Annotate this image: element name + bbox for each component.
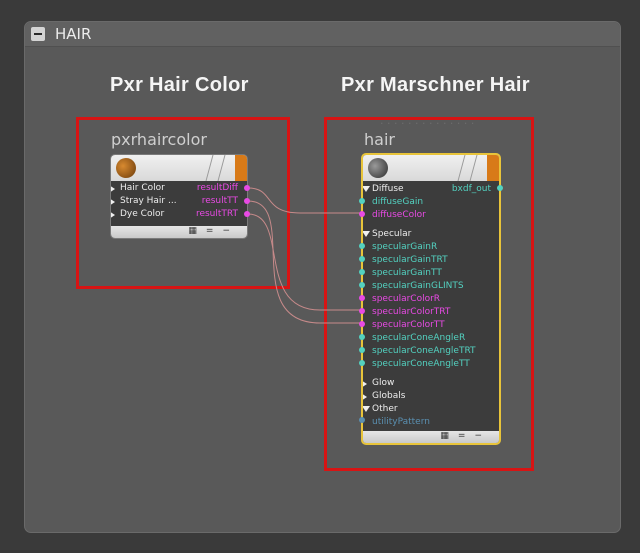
port-specularGainTRT[interactable] bbox=[359, 256, 365, 262]
port-specularGainR[interactable] bbox=[359, 243, 365, 249]
param-specularGainTRT[interactable]: specularGainTRT bbox=[372, 255, 448, 265]
minus-icon[interactable]: − bbox=[222, 226, 239, 236]
port-diffuseGain[interactable] bbox=[359, 198, 365, 204]
grid-icon[interactable]: ▦ bbox=[440, 431, 458, 441]
expand-arrow-icon[interactable] bbox=[111, 198, 115, 206]
haircolor-node[interactable]: Hair Color Stray Hair ... Dye Color resu… bbox=[110, 154, 248, 239]
output-resultTT[interactable]: resultTT bbox=[202, 196, 238, 206]
node-footer: ▦=− bbox=[363, 431, 499, 443]
expand-arrow-icon[interactable] bbox=[111, 185, 115, 193]
expand-arrow-icon[interactable] bbox=[363, 393, 367, 401]
expand-arrow-icon[interactable] bbox=[111, 211, 115, 219]
port-bxdf-out[interactable] bbox=[497, 185, 503, 191]
ghost-caption: · · · · · · · · · · · · · · bbox=[380, 117, 475, 130]
port-specularGainTT[interactable] bbox=[359, 269, 365, 275]
param-diffuseGain[interactable]: diffuseGain bbox=[372, 197, 423, 207]
port-specularConeAngleTRT[interactable] bbox=[359, 347, 365, 353]
group-globals[interactable]: Globals bbox=[372, 391, 405, 401]
input-hair-color[interactable]: Hair Color bbox=[120, 183, 165, 193]
expand-arrow-icon[interactable] bbox=[363, 380, 367, 388]
output-resultTRT[interactable]: resultTRT bbox=[196, 209, 238, 219]
param-specularGainGLINTS[interactable]: specularGainGLINTS bbox=[372, 281, 464, 291]
group-other[interactable]: Other bbox=[372, 404, 398, 414]
param-diffuseColor[interactable]: diffuseColor bbox=[372, 210, 426, 220]
footer-icons: ▦=− bbox=[188, 226, 239, 237]
haircolor-node-name: pxrhaircolor bbox=[111, 130, 207, 149]
collapse-arrow-icon[interactable] bbox=[363, 406, 370, 412]
port-diffuseColor[interactable] bbox=[359, 211, 365, 217]
wire-resultTRT-specularColorTRT bbox=[247, 213, 362, 311]
material-swatch-icon bbox=[368, 158, 388, 178]
divider bbox=[457, 155, 466, 181]
port-specularColorTT[interactable] bbox=[359, 321, 365, 327]
equals-icon[interactable]: = bbox=[206, 226, 223, 236]
footer-icons: ▦=− bbox=[440, 431, 491, 442]
node-tab-icon[interactable] bbox=[235, 155, 247, 181]
output-resultDiff[interactable]: resultDiff bbox=[197, 183, 238, 193]
connection-wires bbox=[247, 187, 362, 324]
input-dye-color[interactable]: Dye Color bbox=[120, 209, 164, 219]
port-specularColorTRT[interactable] bbox=[359, 308, 365, 314]
group-glow[interactable]: Glow bbox=[372, 378, 394, 388]
param-specularGainR[interactable]: specularGainR bbox=[372, 242, 437, 252]
node-tab-icon[interactable] bbox=[487, 155, 499, 181]
divider bbox=[205, 155, 214, 181]
grid-icon[interactable]: ▦ bbox=[188, 226, 206, 236]
group-specular[interactable]: Specular bbox=[372, 229, 411, 239]
param-specularColorTRT[interactable]: specularColorTRT bbox=[372, 307, 450, 317]
param-specularConeAngleTRT[interactable]: specularConeAngleTRT bbox=[372, 346, 476, 356]
group-diffuse[interactable]: Diffuse bbox=[372, 184, 404, 194]
collapse-arrow-icon[interactable] bbox=[363, 231, 370, 237]
port-specularGainGLINTS[interactable] bbox=[359, 282, 365, 288]
equals-icon[interactable]: = bbox=[458, 431, 475, 441]
node-header[interactable] bbox=[363, 155, 499, 181]
material-swatch-icon bbox=[116, 158, 136, 178]
port-resultDiff[interactable] bbox=[244, 185, 250, 191]
wire-resultTT-specularColorTT bbox=[247, 200, 362, 324]
param-utilityPattern[interactable]: utilityPattern bbox=[372, 417, 430, 427]
marschner-node[interactable]: Diffuse bxdf_out diffuseGain diffuseColo… bbox=[361, 153, 501, 445]
minus-icon[interactable]: − bbox=[474, 431, 491, 441]
collapse-arrow-icon[interactable] bbox=[363, 186, 370, 192]
param-specularColorTT[interactable]: specularColorTT bbox=[372, 320, 445, 330]
param-specularConeAngleTT[interactable]: specularConeAngleTT bbox=[372, 359, 470, 369]
input-stray-hair[interactable]: Stray Hair ... bbox=[120, 196, 177, 206]
port-resultTT[interactable] bbox=[244, 198, 250, 204]
port-specularConeAngleR[interactable] bbox=[359, 334, 365, 340]
output-bxdf-out[interactable]: bxdf_out bbox=[452, 184, 491, 194]
port-resultTRT[interactable] bbox=[244, 211, 250, 217]
divider bbox=[217, 155, 226, 181]
param-specularGainTT[interactable]: specularGainTT bbox=[372, 268, 442, 278]
divider bbox=[469, 155, 478, 181]
port-utilityPattern[interactable] bbox=[359, 417, 365, 423]
port-specularConeAngleTT[interactable] bbox=[359, 360, 365, 366]
param-specularConeAngleR[interactable]: specularConeAngleR bbox=[372, 333, 465, 343]
node-header[interactable] bbox=[111, 155, 247, 181]
param-specularColorR[interactable]: specularColorR bbox=[372, 294, 440, 304]
port-specularColorR[interactable] bbox=[359, 295, 365, 301]
node-footer: ▦=− bbox=[111, 226, 247, 238]
marschner-node-name: hair bbox=[364, 130, 395, 149]
